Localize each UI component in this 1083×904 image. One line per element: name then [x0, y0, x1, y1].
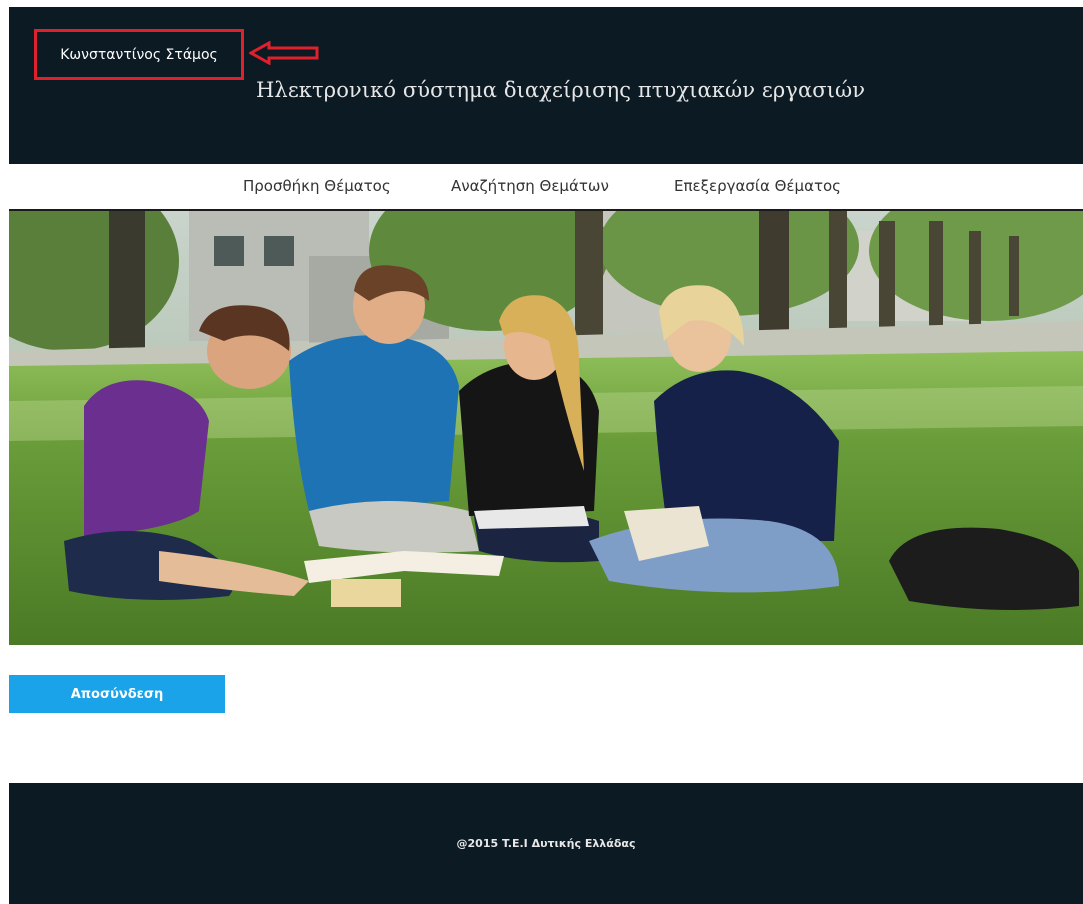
page: Κωνσταντίνος Στάμος Ηλεκτρονικό σύστημα … [9, 7, 1083, 904]
nav-search-topics[interactable]: Αναζήτηση Θεμάτων [451, 164, 609, 209]
nav-edit-topic[interactable]: Επεξεργασία Θέματος [674, 164, 841, 209]
main-nav: Προσθήκη Θέματος Αναζήτηση Θεμάτων Επεξε… [9, 164, 1083, 211]
user-name: Κωνσταντίνος Στάμος [60, 46, 218, 63]
hero-image [9, 211, 1083, 645]
nav-add-topic[interactable]: Προσθήκη Θέματος [243, 164, 391, 209]
footer: @2015 T.E.I Δυτικής Ελλάδας [9, 783, 1083, 904]
user-name-box[interactable]: Κωνσταντίνος Στάμος [34, 29, 244, 80]
left-arrow-icon [249, 41, 319, 65]
header: Κωνσταντίνος Στάμος Ηλεκτρονικό σύστημα … [9, 7, 1083, 164]
footer-copyright: @2015 T.E.I Δυτικής Ελλάδας [456, 837, 636, 850]
logout-button[interactable]: Αποσύνδεση [9, 675, 225, 713]
students-photo-icon [9, 211, 1083, 645]
site-title: Ηλεκτρονικό σύστημα διαχείρισης πτυχιακώ… [256, 78, 866, 102]
